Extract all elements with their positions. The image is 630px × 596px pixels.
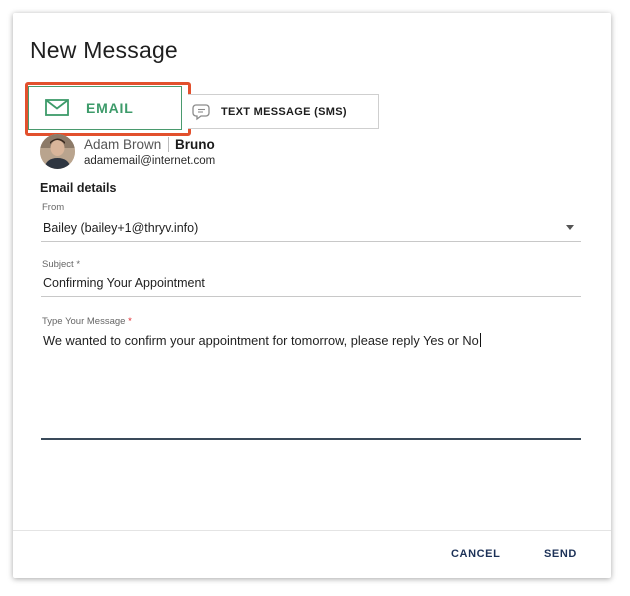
envelope-icon	[45, 99, 69, 121]
send-button[interactable]: SEND	[544, 548, 577, 560]
chevron-down-icon[interactable]	[566, 225, 574, 230]
tab-sms-label: TEXT MESSAGE (SMS)	[221, 106, 347, 118]
subject-label: Subject *	[42, 259, 80, 270]
message-label: Type Your Message *	[42, 316, 132, 327]
avatar	[40, 134, 75, 169]
text-cursor	[479, 333, 481, 347]
new-message-dialog: New Message EMAIL TEXT MESSAGE (SMS) Ada…	[13, 13, 611, 578]
tab-email[interactable]: EMAIL	[28, 86, 182, 130]
subject-required-mark: *	[76, 259, 81, 270]
from-select[interactable]: Bailey (bailey+1@thryv.info)	[43, 221, 198, 235]
tab-sms[interactable]: TEXT MESSAGE (SMS)	[188, 94, 379, 129]
subject-underline	[41, 296, 581, 297]
contact-email: adamemail@internet.com	[84, 155, 216, 167]
contact-separator	[168, 137, 169, 152]
message-text: We wanted to confirm your appointment fo…	[43, 333, 479, 348]
tab-email-label: EMAIL	[86, 100, 134, 116]
contact-company: Bruno	[175, 137, 215, 152]
cancel-button[interactable]: CANCEL	[451, 548, 500, 560]
subject-input[interactable]: Confirming Your Appointment	[43, 276, 205, 290]
message-underline	[41, 438, 581, 440]
message-textarea[interactable]: We wanted to confirm your appointment fo…	[43, 333, 583, 433]
contact-name: Adam Brown	[84, 137, 162, 152]
dialog-title: New Message	[30, 37, 178, 63]
footer-divider	[13, 530, 611, 531]
message-required-mark: *	[128, 316, 132, 327]
chat-bubble-icon	[192, 103, 212, 126]
from-label: From	[42, 202, 65, 213]
subject-label-text: Subject	[42, 259, 74, 270]
email-details-heading: Email details	[40, 181, 117, 195]
from-underline	[41, 241, 581, 242]
message-label-text: Type Your Message	[42, 316, 126, 327]
